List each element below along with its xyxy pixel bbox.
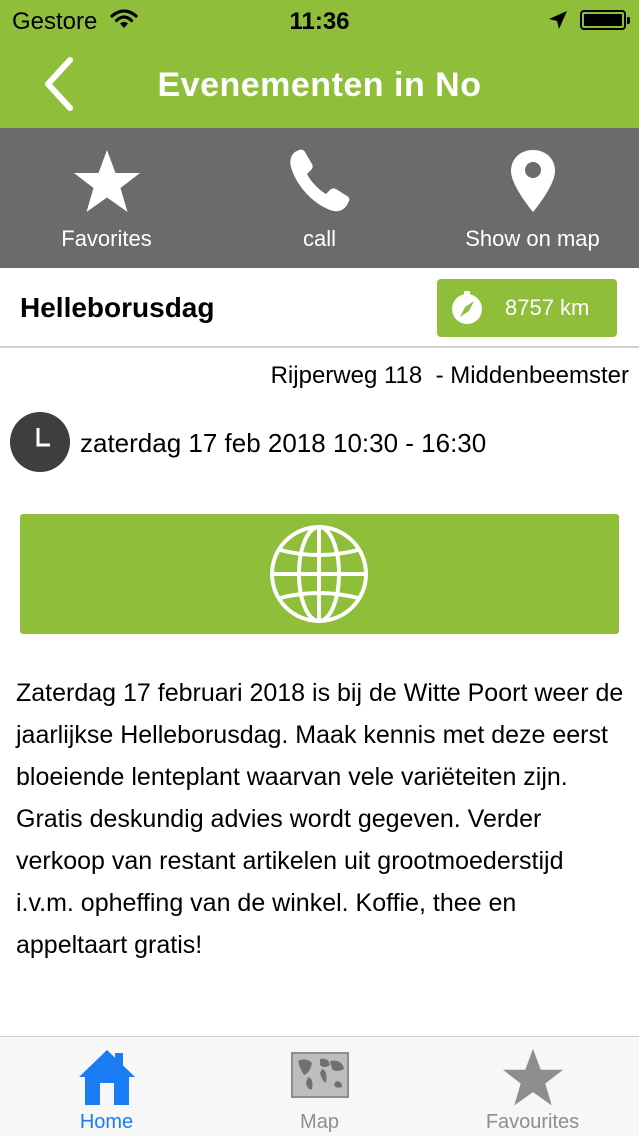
- distance-value: 8757 km: [505, 295, 590, 320]
- action-bar: Favorites call Show on map: [0, 128, 639, 268]
- clock-icon: [10, 412, 70, 477]
- home-icon: [78, 1050, 135, 1105]
- page-title: Evenementen in No: [157, 66, 482, 104]
- call-button[interactable]: call: [213, 128, 426, 268]
- event-header: Helleborusdag 8757 km: [0, 268, 639, 348]
- tab-home[interactable]: Home: [0, 1037, 213, 1136]
- navigation-bar: Evenementen in No: [0, 40, 639, 128]
- favorites-button[interactable]: Favorites: [0, 128, 213, 268]
- phone-icon: [289, 149, 349, 212]
- star-icon: [502, 1048, 563, 1106]
- website-button[interactable]: [20, 514, 619, 634]
- event-description: Zaterdag 17 februari 2018 is bij de Witt…: [16, 679, 624, 959]
- event-datetime: zaterdag 17 feb 2018 10:30 - 16:30: [80, 428, 487, 458]
- status-bar: Gestore 11:36: [0, 0, 639, 40]
- event-date-row: zaterdag 17 feb 2018 10:30 - 16:30: [10, 412, 630, 472]
- tab-bar: Home Map Favourites: [0, 1036, 639, 1136]
- distance-button[interactable]: 8757 km: [437, 279, 617, 337]
- tab-map[interactable]: Map: [213, 1037, 426, 1136]
- clock-time: 11:36: [289, 8, 350, 35]
- compass-icon: [449, 290, 485, 331]
- favorites-label: Favorites: [61, 226, 152, 251]
- star-icon: [73, 150, 140, 212]
- battery-icon: [580, 10, 630, 30]
- world-map-icon: [290, 1052, 349, 1098]
- call-label: call: [302, 226, 336, 251]
- tab-home-label: Home: [79, 1111, 134, 1133]
- tab-map-label: Map: [300, 1111, 339, 1133]
- globe-icon: [270, 525, 368, 623]
- location-arrow-icon: [548, 10, 568, 35]
- show-on-map-button[interactable]: Show on map: [426, 128, 639, 268]
- tab-favourites-label: Favourites: [485, 1111, 580, 1133]
- event-name: Helleborusdag: [20, 292, 215, 323]
- tab-favourites[interactable]: Favourites: [426, 1037, 639, 1136]
- show-on-map-label: Show on map: [465, 226, 600, 251]
- event-address: Rijperweg 118 - Middenbeemster: [270, 362, 629, 389]
- map-pin-icon: [510, 150, 555, 212]
